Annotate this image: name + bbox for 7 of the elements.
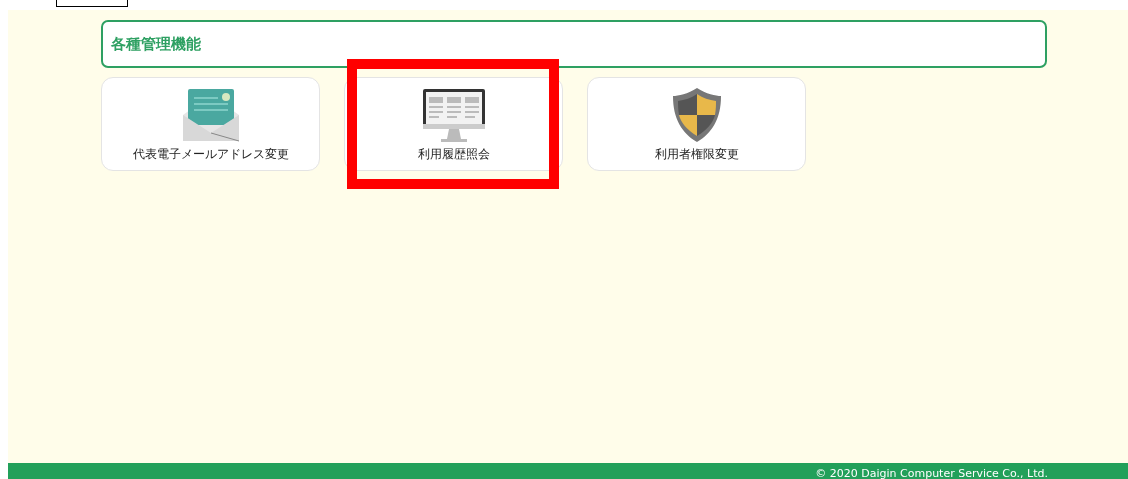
menu-card[interactable]: 利用者権限変更 [587, 77, 806, 171]
empty-frame [56, 0, 128, 7]
menu-card[interactable]: 代表電子メールアドレス変更 [101, 77, 320, 171]
monitor-icon [422, 87, 485, 143]
menu-card[interactable]: 利用履歴照会 [344, 77, 563, 171]
copyright-text: © 2020 Daigin Computer Service Co., Ltd. [815, 466, 1048, 479]
section-title: 各種管理機能 [111, 34, 201, 54]
